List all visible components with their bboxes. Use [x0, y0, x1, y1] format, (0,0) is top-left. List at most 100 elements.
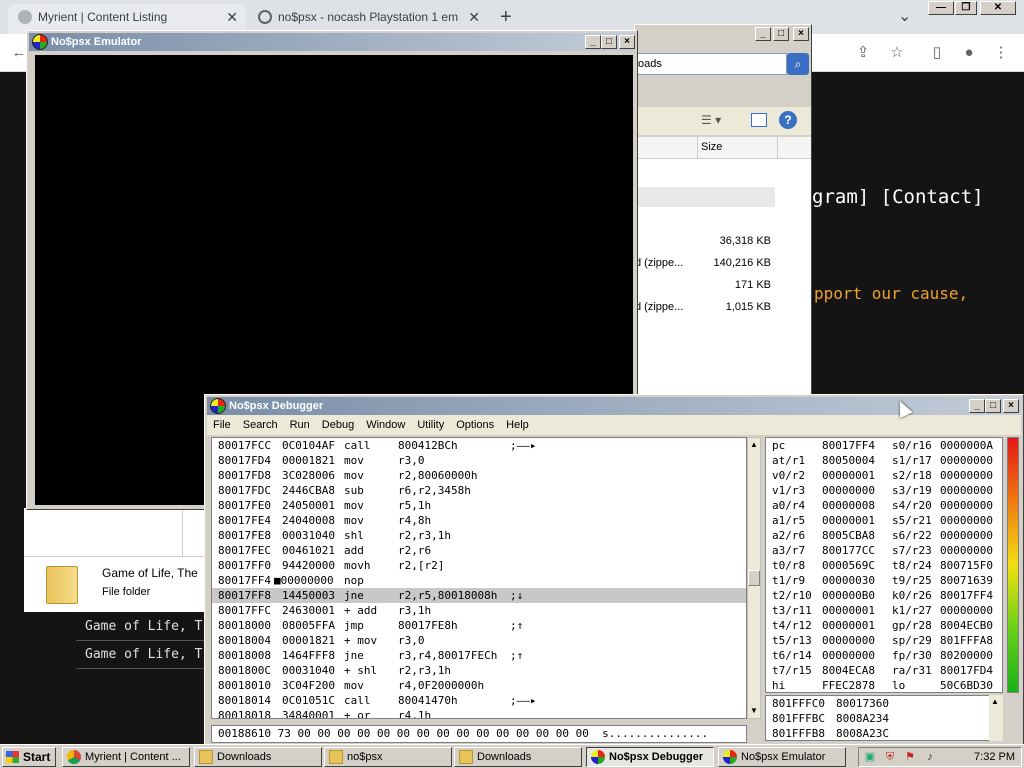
clock[interactable]: 7:32 PM: [974, 748, 1015, 766]
register-row[interactable]: t0/r8 0000569C t8/r24 800715F0: [766, 558, 1002, 573]
maximize-button[interactable]: □: [985, 399, 1001, 413]
scroll-down-arrow-icon[interactable]: ▼: [748, 704, 760, 718]
table-row[interactable]: 36,318 KB: [635, 231, 775, 251]
scrollbar-thumb[interactable]: [748, 570, 760, 586]
register-row[interactable]: at/r1 80050004 s1/r17 00000000: [766, 453, 1002, 468]
stack-row[interactable]: 801FFFBC 8008A234: [766, 711, 1002, 726]
table-row[interactable]: 80018014 0C01051C call 80041470h ;——▸: [212, 693, 746, 708]
table-row[interactable]: 80018008 1464FFF8 jne r3,r4,80017FECh ;↑: [212, 648, 746, 663]
table-row-selected[interactable]: 80017FF8 14450003 jne r2,r5,80018008h ;↓: [212, 588, 746, 603]
minimize-button[interactable]: _: [755, 27, 771, 41]
register-row[interactable]: a2/r6 8005CBA8 s6/r22 00000000: [766, 528, 1002, 543]
bookmark-star-icon[interactable]: ☆: [886, 42, 908, 64]
register-row[interactable]: pc 80017FF4 s0/r16 0000000A: [766, 438, 1002, 453]
close-button[interactable]: ×: [1003, 399, 1019, 413]
table-row[interactable]: 80017FFC 24630001 + add r3,1h: [212, 603, 746, 618]
table-row[interactable]: 8001800C 00031040 + shl r2,r3,1h: [212, 663, 746, 678]
menu-window[interactable]: Window: [360, 415, 411, 435]
profile-avatar-icon[interactable]: ●: [958, 42, 980, 64]
register-row[interactable]: a3/r7 800177CC s7/r23 00000000: [766, 543, 1002, 558]
table-row[interactable]: 80017FDC 2446CBA8 sub r6,r2,3458h: [212, 483, 746, 498]
minimize-button[interactable]: _: [585, 35, 601, 49]
close-button[interactable]: ×: [619, 35, 635, 49]
table-row[interactable]: 80017FE0 24050001 mov r5,1h: [212, 498, 746, 513]
menu-utility[interactable]: Utility: [411, 415, 450, 435]
tab-search-icon[interactable]: ⌄: [898, 6, 911, 26]
action-center-icon[interactable]: ⚑: [903, 750, 917, 764]
view-options-icon[interactable]: ☰ ▾: [701, 113, 721, 127]
browser-close-button[interactable]: ✕: [980, 1, 1016, 15]
taskbar-item-downloads[interactable]: Downloads: [194, 747, 322, 767]
table-row[interactable]: 80018018 34840001 + or r4,1h: [212, 708, 746, 718]
table-row[interactable]: 80017FD4 00001821 mov r3,0: [212, 453, 746, 468]
close-tab-icon[interactable]: ✕: [226, 4, 238, 30]
register-row[interactable]: hi FFEC2878 lo 50C6BD30: [766, 678, 1002, 692]
table-row[interactable]: 80017FD8 3C028006 mov r2,80060000h: [212, 468, 746, 483]
table-row[interactable]: 80018004 00001821 + mov r3,0: [212, 633, 746, 648]
stack-row[interactable]: 801FFFC0 80017360: [766, 696, 1002, 711]
disassembly-pane[interactable]: 80017FCC 0C0104AF call 800412BCh ;——▸ 80017F…: [211, 437, 747, 719]
table-row-current-pc[interactable]: 80017FF4 ■00000000 nop: [212, 573, 746, 588]
register-row[interactable]: t7/r15 8004ECA8 ra/r31 80017FD4: [766, 663, 1002, 678]
table-row[interactable]: 80017FEC 00461021 add r2,r6: [212, 543, 746, 558]
browser-restore-button[interactable]: ❐: [955, 1, 977, 15]
register-row[interactable]: t5/r13 00000000 sp/r29 801FFFA8: [766, 633, 1002, 648]
security-icon[interactable]: ⛨: [883, 750, 897, 764]
taskbar-item-downloads-2[interactable]: Downloads: [454, 747, 582, 767]
taskbar-item-chrome[interactable]: Myrient | Content ...: [62, 747, 190, 767]
scroll-up-arrow-icon[interactable]: ▲: [748, 438, 760, 452]
volume-icon[interactable]: ♪: [923, 750, 937, 764]
close-button[interactable]: ×: [793, 27, 809, 41]
share-icon[interactable]: ⇪: [852, 42, 874, 64]
taskbar-item-nopsx-folder[interactable]: no$psx: [324, 747, 452, 767]
menu-file[interactable]: File: [207, 415, 237, 435]
table-row[interactable]: d (zippe... 1,015 KB: [635, 297, 775, 317]
register-row[interactable]: v0/r2 00000001 s2/r18 00000000: [766, 468, 1002, 483]
maximize-button[interactable]: □: [773, 27, 789, 41]
list-item[interactable]: Game of Life, T: [76, 642, 216, 669]
selected-group-row[interactable]: [635, 187, 775, 207]
table-row[interactable]: 80017FE8 00031040 shl r2,r3,1h: [212, 528, 746, 543]
help-icon[interactable]: ?: [779, 111, 797, 129]
taskbar-item-debugger[interactable]: No$psx Debugger: [586, 747, 714, 767]
network-icon[interactable]: ▣: [863, 750, 877, 764]
search-icon[interactable]: ⌕: [787, 53, 809, 75]
side-panel-icon[interactable]: ▯: [926, 42, 948, 64]
menu-debug[interactable]: Debug: [316, 415, 360, 435]
table-row[interactable]: d (zippe... 140,216 KB: [635, 253, 775, 273]
register-row[interactable]: t3/r11 00000001 k1/r27 00000000: [766, 603, 1002, 618]
minimize-button[interactable]: _: [969, 399, 985, 413]
register-row[interactable]: v1/r3 00000000 s3/r19 00000000: [766, 483, 1002, 498]
table-row[interactable]: 80018010 3C04F200 mov r4,0F2000000h: [212, 678, 746, 693]
table-row[interactable]: 80018000 08005FFA jmp 80017FE8h ;↑: [212, 618, 746, 633]
start-button[interactable]: Start: [2, 747, 56, 767]
browser-menu-icon[interactable]: ⋮: [990, 42, 1012, 64]
register-row[interactable]: a1/r5 00000001 s5/r21 00000000: [766, 513, 1002, 528]
address-bar[interactable]: oads: [635, 53, 787, 75]
table-row[interactable]: 80017FE4 24040008 mov r4,8h: [212, 513, 746, 528]
new-tab-button[interactable]: +: [500, 4, 512, 30]
stack-row[interactable]: 801FFFB8 8008A23C: [766, 726, 1002, 740]
register-row[interactable]: t2/r10 000000B0 k0/r26 80017FF4: [766, 588, 1002, 603]
register-row[interactable]: a0/r4 00000008 s4/r20 00000000: [766, 498, 1002, 513]
menu-search[interactable]: Search: [237, 415, 284, 435]
register-row-selected[interactable]: t6/r14 00000000 fp/r30 80200000: [766, 648, 1002, 663]
scroll-up-arrow-icon[interactable]: ▲: [989, 695, 1001, 709]
preview-pane-icon[interactable]: [751, 113, 767, 127]
browser-minimize-button[interactable]: —: [928, 1, 954, 15]
register-pane[interactable]: pc 80017FF4 s0/r16 0000000A at/r1 80050004 s1…: [765, 437, 1003, 693]
menu-help[interactable]: Help: [500, 415, 535, 435]
list-item[interactable]: Game of Life, T: [76, 614, 216, 641]
table-row[interactable]: 80017FCC 0C0104AF call 800412BCh ;——▸: [212, 438, 746, 453]
column-header-size[interactable]: Size: [701, 141, 722, 153]
stack-pane[interactable]: 801FFFC0 80017360 801FFFBC 8008A234 801FFF…: [765, 695, 1003, 741]
menu-options[interactable]: Options: [450, 415, 500, 435]
table-row[interactable]: 171 KB: [635, 275, 775, 295]
emulator-titlebar[interactable]: No$psx Emulator _ □ ×: [29, 33, 635, 51]
maximize-button[interactable]: □: [601, 35, 617, 49]
register-row[interactable]: t4/r12 00000001 gp/r28 8004ECB0: [766, 618, 1002, 633]
register-row[interactable]: t1/r9 00000030 t9/r25 80071639: [766, 573, 1002, 588]
memory-hexdump[interactable]: 00188610 73 00 00 00 00 00 00 00 00 00 0…: [211, 725, 747, 743]
stack-scrollbar[interactable]: ▲: [989, 695, 1003, 741]
disassembly-scrollbar[interactable]: ▲ ▼: [747, 437, 761, 719]
